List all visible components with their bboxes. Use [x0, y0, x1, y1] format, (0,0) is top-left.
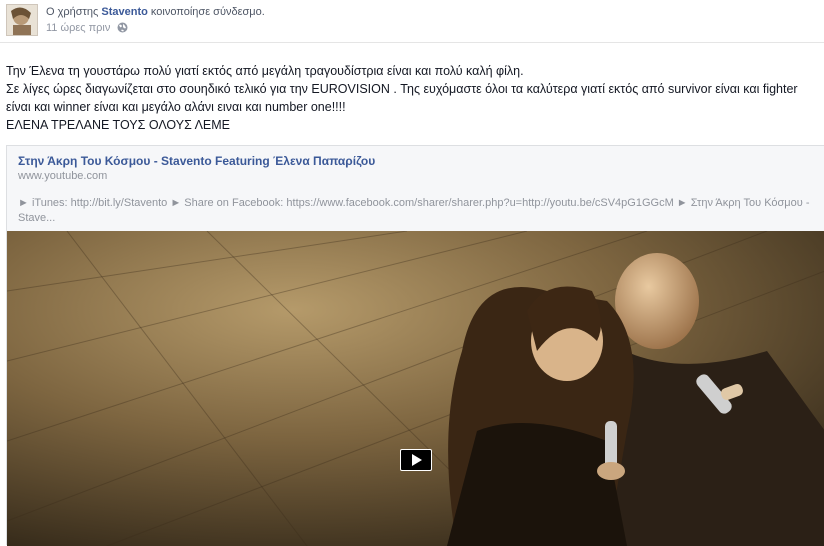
avatar-image	[7, 5, 37, 35]
shared-link-domain: www.youtube.com	[18, 170, 108, 182]
globe-icon[interactable]	[117, 22, 128, 36]
shared-link-card[interactable]: Στην Άκρη Του Κόσμου - Stavento Featurin…	[6, 145, 824, 546]
header-divider	[0, 42, 824, 43]
headline-prefix: Ο χρήστης	[46, 6, 99, 18]
post-message: Την Έλενα τη γουστάρω πολύ γιατί εκτός α…	[6, 62, 821, 134]
shared-link-description: ► iTunes: http://bit.ly/Stavento ► Share…	[18, 197, 810, 224]
video-thumbnail-image	[7, 231, 824, 546]
avatar[interactable]	[6, 4, 38, 36]
shared-link-title[interactable]: Στην Άκρη Του Κόσμου - Stavento Featurin…	[18, 154, 375, 168]
post-meta: 11 ώρες πριν	[46, 22, 128, 36]
headline-suffix: κοινοποίησε σύνδεσμο.	[150, 6, 265, 18]
play-icon[interactable]	[400, 449, 432, 471]
message-line: ΕΛΕΝΑ ΤΡΕΛΑΝΕ ΤΟΥΣ ΟΛΟΥΣ ΛΕΜΕ	[6, 118, 231, 132]
post-header: Ο χρήστης Stavento κοινοποίησε σύνδεσμο.…	[6, 4, 824, 40]
post-headline: Ο χρήστης Stavento κοινοποίησε σύνδεσμο.	[46, 6, 265, 18]
message-line: Την Έλενα τη γουστάρω πολύ γιατί εκτός α…	[6, 64, 524, 78]
author-link[interactable]: Stavento	[101, 6, 147, 18]
post-timestamp[interactable]: 11 ώρες πριν	[46, 22, 110, 34]
message-line: Σε λίγες ώρες διαγωνίζεται στο σουηδικό …	[6, 82, 798, 114]
video-thumbnail[interactable]	[7, 231, 824, 546]
